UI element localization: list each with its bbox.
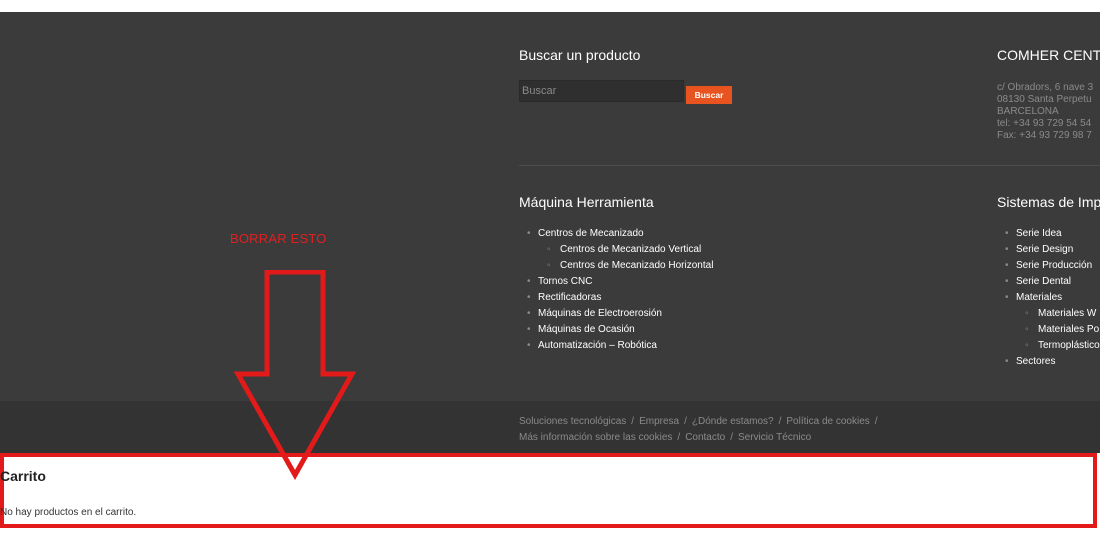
menu-item-label: Automatización – Robótica xyxy=(538,340,657,351)
phone-line: tel: +34 93 729 54 54 xyxy=(997,118,1092,129)
sub-bullet-icon: ◦ xyxy=(1025,340,1029,351)
bullet-icon: • xyxy=(527,324,531,335)
link-empresa[interactable]: Empresa xyxy=(639,416,679,427)
cart-title: Carrito xyxy=(0,468,46,484)
menu-item-label: Sectores xyxy=(1016,356,1056,367)
address-line: 08130 Santa Perpetu xyxy=(997,94,1092,105)
menu-item-ocasion[interactable]: • Máquinas de Ocasión xyxy=(527,322,713,338)
sub-bullet-icon: ◦ xyxy=(1025,308,1029,319)
menu-item-label: Materiales W xyxy=(1038,308,1097,319)
bullet-icon: • xyxy=(527,276,531,287)
annotation-highlight-box xyxy=(0,453,1097,528)
bullet-icon: • xyxy=(1005,276,1009,287)
bullet-icon: • xyxy=(527,340,531,351)
sistemas-section-title: Sistemas de Imp xyxy=(997,194,1100,210)
search-input[interactable] xyxy=(519,80,684,102)
menu-item-sectores[interactable]: • Sectores xyxy=(1005,354,1100,370)
menu-item-label: Serie Design xyxy=(1016,244,1074,255)
link-politica-cookies[interactable]: Política de cookies xyxy=(786,416,869,427)
bullet-icon: • xyxy=(1005,228,1009,239)
menu-item-centros-horizontal[interactable]: ◦ Centros de Mecanizado Horizontal xyxy=(527,258,713,274)
menu-item-label: Serie Dental xyxy=(1016,276,1072,287)
sub-bullet-icon: ◦ xyxy=(547,244,551,255)
menu-item-tornos-cnc[interactable]: • Tornos CNC xyxy=(527,274,713,290)
bullet-icon: • xyxy=(1005,356,1009,367)
link-separator: / xyxy=(874,416,878,427)
sistemas-menu: • Serie Idea • Serie Design • Serie Producc… xyxy=(1005,226,1100,370)
menu-item-automatizacion[interactable]: • Automatización – Robótica xyxy=(527,338,713,354)
menu-item-rectificadoras[interactable]: • Rectificadoras xyxy=(527,290,713,306)
menu-item-label: Centros de Mecanizado xyxy=(538,228,644,239)
link-donde-estamos[interactable]: ¿Dónde estamos? xyxy=(692,416,774,427)
menu-item-centros-vertical[interactable]: ◦ Centros de Mecanizado Vertical xyxy=(527,242,713,258)
menu-item-serie-produccion[interactable]: • Serie Producción xyxy=(1005,258,1100,274)
menu-item-label: Materiales xyxy=(1016,292,1063,303)
bullet-icon: • xyxy=(527,308,531,319)
sub-bullet-icon: ◦ xyxy=(1025,324,1029,335)
menu-item-label: Centros de Mecanizado Horizontal xyxy=(560,260,714,271)
link-separator: / xyxy=(677,432,681,443)
footer-divider xyxy=(519,165,1100,166)
link-separator: / xyxy=(684,416,687,427)
menu-item-materiales[interactable]: • Materiales xyxy=(1005,290,1100,306)
menu-item-label: Termoplástico xyxy=(1038,340,1100,351)
cart-empty-message: No hay productos en el carrito. xyxy=(0,507,137,518)
link-separator: / xyxy=(778,416,782,427)
menu-item-label: Máquinas de Ocasión xyxy=(538,324,635,335)
maquina-menu: • Centros de Mecanizado ◦ Centros de Mecan… xyxy=(527,226,713,354)
search-section-title: Buscar un producto xyxy=(519,47,641,63)
annotation-label: BORRAR ESTO xyxy=(230,231,327,246)
top-strip xyxy=(0,0,1100,12)
menu-item-label: Serie Idea xyxy=(1016,228,1062,239)
down-arrow-icon xyxy=(233,270,357,480)
menu-item-label: Materiales Po xyxy=(1038,324,1100,335)
menu-item-label: Máquinas de Electroerosión xyxy=(538,308,662,319)
menu-item-label: Tornos CNC xyxy=(538,276,593,287)
company-address: c/ Obradors, 6 nave 3 08130 Santa Perpet… xyxy=(997,82,1093,142)
menu-item-centros-mecanizado[interactable]: • Centros de Mecanizado xyxy=(527,226,713,242)
link-contacto[interactable]: Contacto xyxy=(685,432,725,443)
menu-item-serie-idea[interactable]: • Serie Idea xyxy=(1005,226,1100,242)
sub-bullet-icon: ◦ xyxy=(547,260,551,271)
link-soluciones[interactable]: Soluciones tecnológicas xyxy=(519,416,626,427)
menu-item-termoplastico[interactable]: ◦ Termoplástico xyxy=(1005,338,1100,354)
link-separator: / xyxy=(730,432,733,443)
maquina-section-title: Máquina Herramienta xyxy=(519,194,654,210)
bullet-icon: • xyxy=(1005,260,1009,271)
menu-item-label: Rectificadoras xyxy=(538,292,602,303)
footer-links: Soluciones tecnológicas / Empresa / ¿Dónde e… xyxy=(519,414,939,446)
menu-item-serie-design[interactable]: • Serie Design xyxy=(1005,242,1100,258)
menu-item-label: Serie Producción xyxy=(1016,260,1093,271)
bullet-icon: • xyxy=(527,292,531,303)
link-info-cookies[interactable]: Más información sobre las cookies xyxy=(519,432,672,443)
bullet-icon: • xyxy=(1005,244,1009,255)
menu-item-label: Centros de Mecanizado Vertical xyxy=(560,244,702,255)
company-title: COMHER CENT xyxy=(997,47,1100,63)
address-line: c/ Obradors, 6 nave 3 xyxy=(997,82,1094,93)
menu-item-materiales-w[interactable]: ◦ Materiales W xyxy=(1005,306,1100,322)
address-line: BARCELONA xyxy=(997,106,1059,117)
menu-item-materiales-po[interactable]: ◦ Materiales Po xyxy=(1005,322,1100,338)
menu-item-electroerosion[interactable]: • Máquinas de Electroerosión xyxy=(527,306,713,322)
menu-item-serie-dental[interactable]: • Serie Dental xyxy=(1005,274,1100,290)
fax-line: Fax: +34 93 729 98 7 xyxy=(997,130,1092,141)
link-separator: / xyxy=(631,416,635,427)
link-servicio-tecnico[interactable]: Servicio Técnico xyxy=(738,432,811,443)
bullet-icon: • xyxy=(1005,292,1009,303)
bullet-icon: • xyxy=(527,228,531,239)
search-button[interactable]: Buscar xyxy=(686,86,732,104)
